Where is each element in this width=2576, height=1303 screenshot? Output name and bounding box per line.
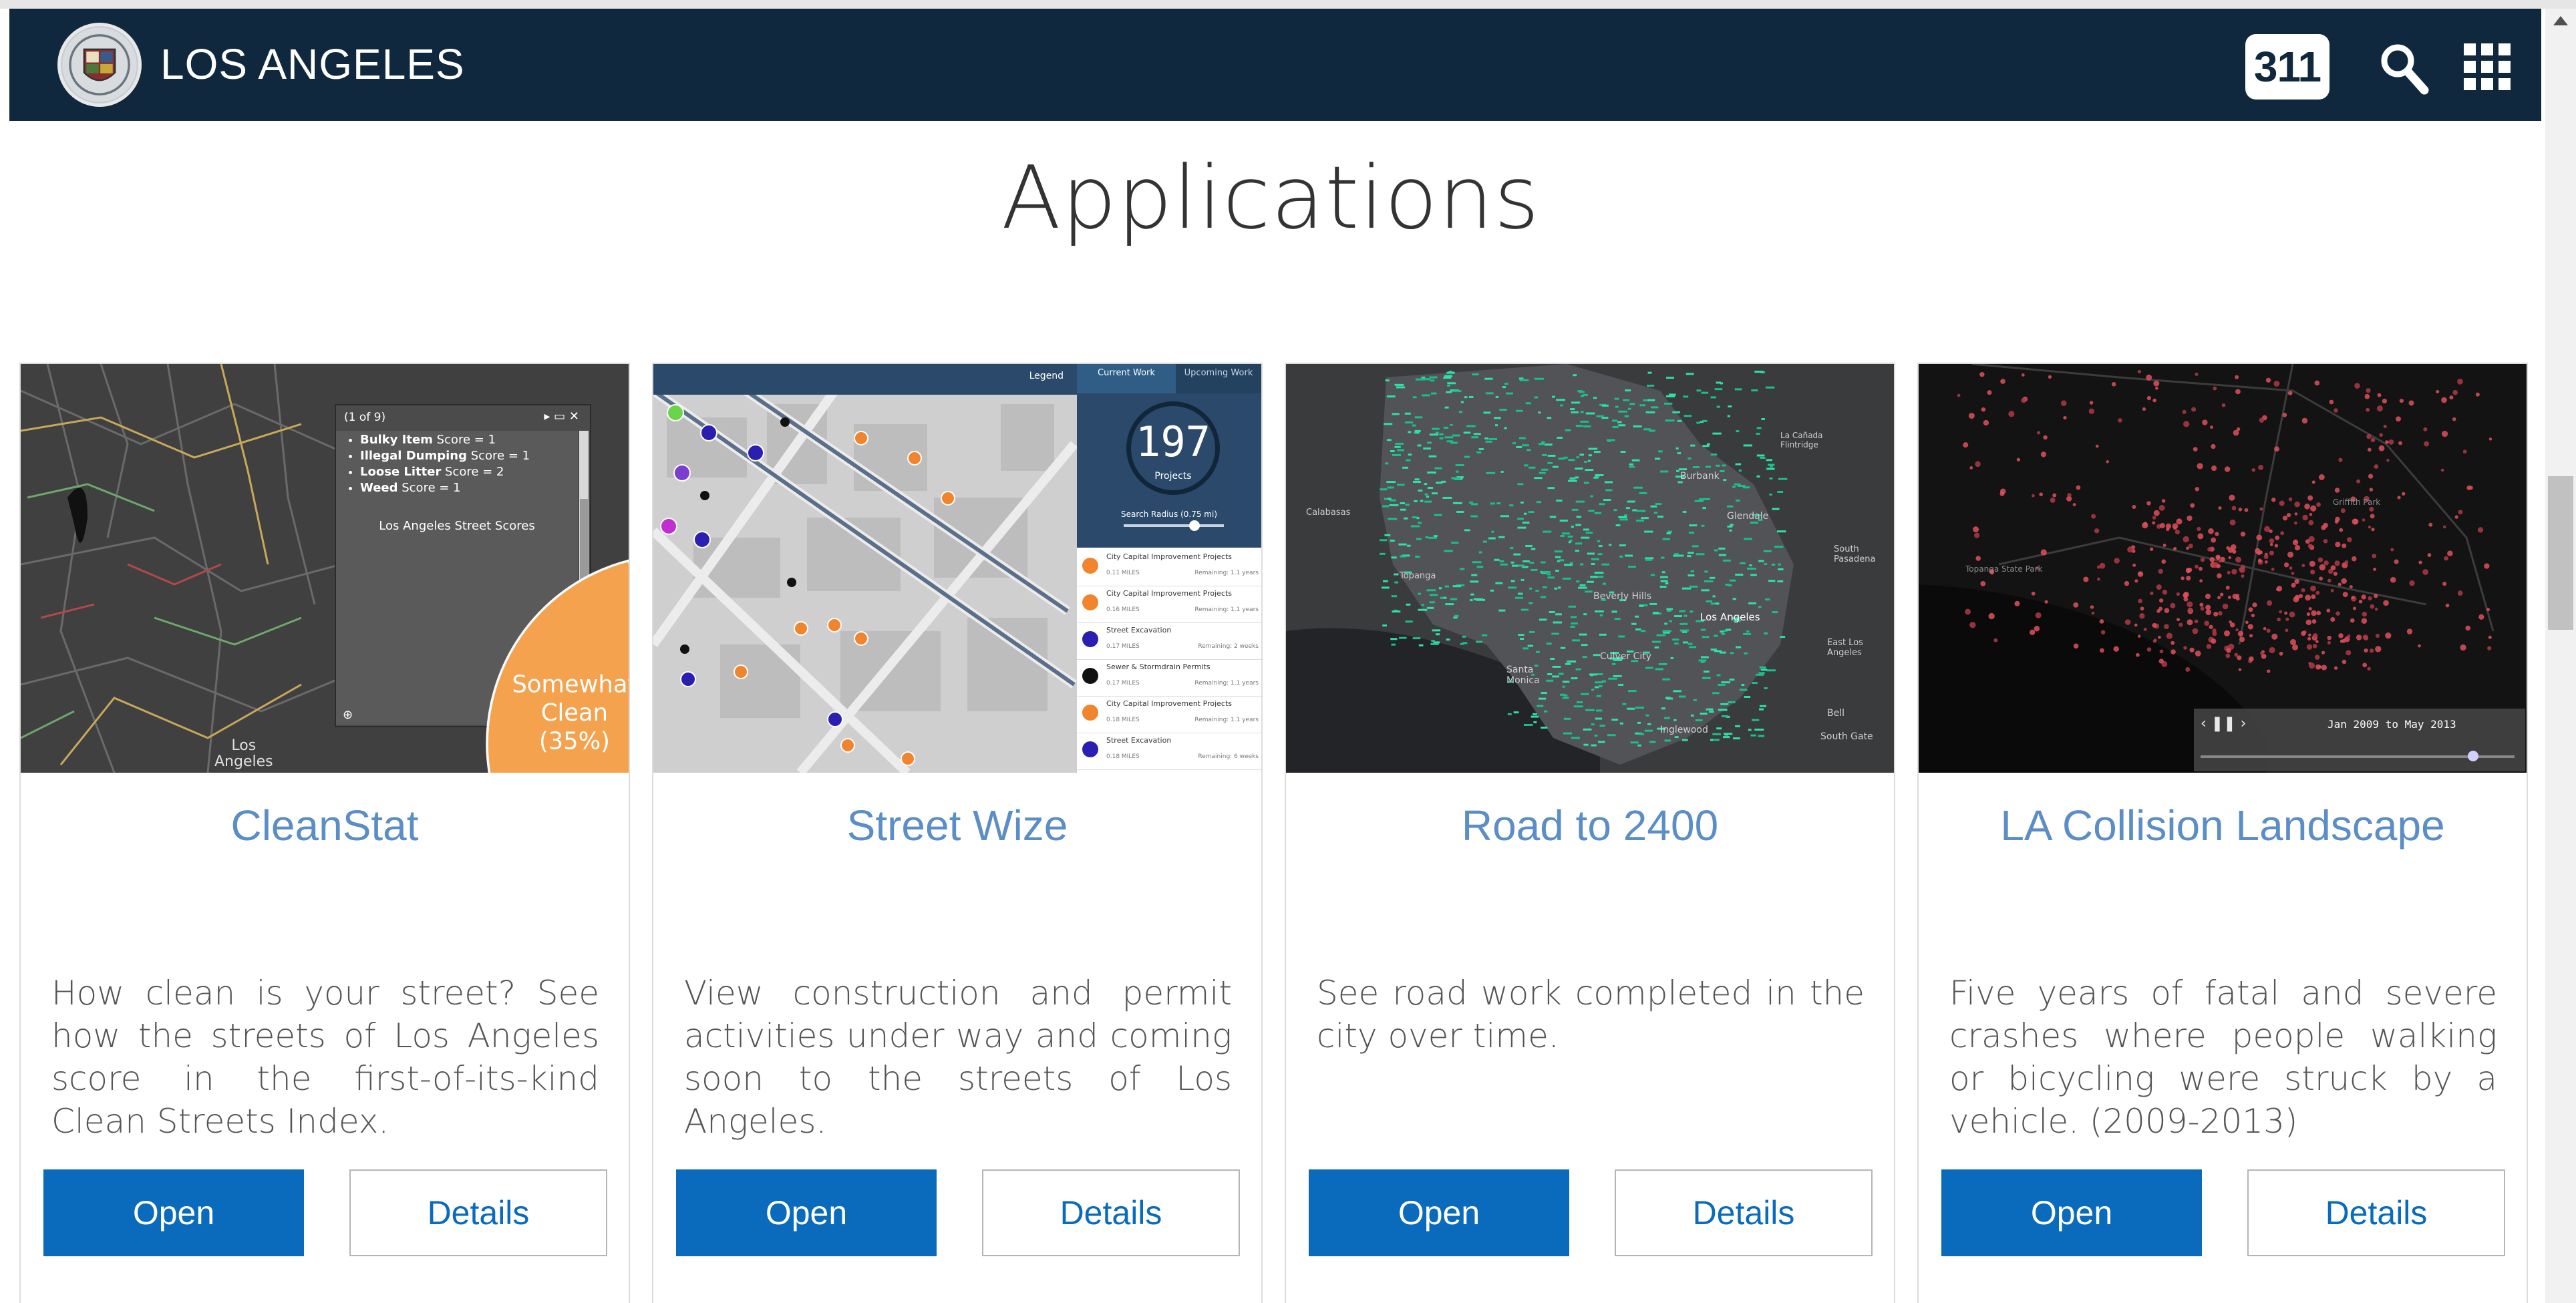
open-button[interactable]: Open	[1309, 1169, 1569, 1256]
zoom-icon[interactable]: ⊕	[343, 708, 353, 722]
project-type-icon	[1082, 668, 1098, 684]
project-list: City Capital Improvement Projects 0.11 MI…	[1077, 550, 1261, 770]
project-type-icon	[1082, 558, 1098, 574]
project-remaining: Remaining: 1.1 years	[1194, 680, 1259, 687]
project-distance: 0.17 MILES	[1106, 680, 1140, 687]
cleanstat-thumbnail[interactable]: (1 of 9) ▸ ▭ ✕ Bulky Item Score = 1 Ille…	[21, 364, 629, 773]
timeline-prev-pause-next-icons[interactable]: ‹ ❚❚ ›	[2201, 715, 2246, 732]
projects-panel: Current Work Upcoming Work 197 Projects …	[1077, 364, 1261, 773]
project-distance: 0.18 MILES	[1106, 717, 1140, 723]
map-label-topanga: Topanga State Park	[1965, 564, 2043, 574]
chart-title: Los Angeles Street Scores	[379, 519, 535, 533]
project-count: 197	[1136, 417, 1211, 466]
apps-grid-icon[interactable]	[2464, 43, 2511, 90]
search-icon[interactable]	[2378, 41, 2430, 97]
project-name: Sewer & Stormdrain Permits	[1106, 663, 1211, 671]
project-count-label: Projects	[1154, 471, 1192, 482]
timeline-control[interactable]: ‹ ❚❚ › Jan 2009 to May 2013	[2194, 709, 2525, 771]
project-remaining: Remaining: 6 weeks	[1198, 753, 1259, 760]
details-button[interactable]: Details	[982, 1169, 1240, 1256]
project-name: Street Excavation	[1106, 626, 1172, 634]
project-type-icon	[1082, 594, 1098, 610]
project-name: City Capital Improvement Projects	[1106, 552, 1232, 561]
scroll-up-arrow-icon[interactable]	[2553, 16, 2568, 25]
tab-upcoming-work[interactable]: Upcoming Work	[1176, 364, 1261, 393]
project-distance: 0.17 MILES	[1106, 643, 1140, 650]
street-wize-thumbnail[interactable]: Legend Current Work Upcoming Work 197 Pr…	[653, 364, 1261, 773]
open-button[interactable]: Open	[43, 1169, 304, 1256]
open-button[interactable]: Open	[1941, 1169, 2202, 1256]
project-name: City Capital Improvement Projects	[1106, 589, 1232, 598]
city-seal-logo[interactable]	[57, 23, 142, 107]
collision-landscape-thumbnail[interactable]: ‹ ❚❚ › Jan 2009 to May 2013 Topanga Stat…	[1919, 364, 2527, 773]
project-list-item[interactable]: Sewer & Stormdrain Permits 0.17 MILES Rema…	[1077, 660, 1261, 697]
app-title-link[interactable]: Road to 2400	[1286, 801, 1894, 850]
app-title-link[interactable]: Street Wize	[653, 801, 1261, 850]
road-to-2400-thumbnail[interactable]: Burbank Glendale Santa Monica Beverly Hi…	[1286, 364, 1894, 773]
project-type-icon	[1082, 631, 1098, 647]
project-remaining: Remaining: 1.1 years	[1194, 717, 1259, 723]
search-radius-slider[interactable]	[1124, 524, 1224, 527]
project-list-item[interactable]: Street Excavation 0.18 MILES Remaining: 6 …	[1077, 733, 1261, 770]
project-list-item[interactable]: Street Excavation 0.17 MILES Remaining: 2 …	[1077, 623, 1261, 660]
project-type-icon	[1082, 705, 1098, 721]
search-radius-label: Search Radius (0.75 mi)	[1120, 510, 1217, 519]
pie-label: Somewhat	[512, 671, 629, 699]
project-remaining: Remaining: 2 weeks	[1198, 643, 1259, 650]
project-distance: 0.11 MILES	[1106, 570, 1140, 576]
map-points: Legend	[653, 364, 1077, 773]
browser-top-edge	[0, 0, 2576, 9]
project-remaining: Remaining: 1.1 years	[1194, 570, 1259, 576]
app-title-link[interactable]: LA Collision Landscape	[1919, 801, 2527, 850]
app-description: See road work completed in the city over…	[1317, 974, 1865, 1055]
timeline-date-range: Jan 2009 to May 2013	[2327, 718, 2456, 731]
timeline-handle[interactable]	[2468, 751, 2478, 761]
page-scrollbar[interactable]	[2545, 9, 2576, 1303]
project-distance: 0.18 MILES	[1106, 753, 1140, 760]
street-scores-pie-chart: Not Clean(4%)Clean(61%)SomewhatClean(35%…	[486, 559, 629, 773]
details-button[interactable]: Details	[1615, 1169, 1873, 1256]
open-button[interactable]: Open	[676, 1169, 937, 1256]
popup-header: (1 of 9)	[344, 411, 386, 424]
app-description: Five years of fatal and severe crashes w…	[1949, 974, 2497, 1141]
page-title: Applications	[1001, 147, 1541, 248]
pie-label: (35%)	[539, 727, 610, 755]
project-list-item[interactable]: City Capital Improvement Projects 0.16 MI…	[1077, 586, 1261, 623]
popup-score-list: Bulky Item Score = 1 Illegal Dumping Sco…	[347, 432, 530, 496]
popup-controls[interactable]: ▸ ▭ ✕	[544, 409, 579, 423]
project-type-icon	[1082, 741, 1098, 757]
app-card-cleanstat: (1 of 9) ▸ ▭ ✕ Bulky Item Score = 1 Ille…	[19, 363, 630, 1303]
pie-label: Clean	[541, 699, 608, 727]
map-label-griffith: Griffith Park	[2333, 498, 2381, 507]
app-description: View construction and permit activities …	[684, 974, 1232, 1141]
app-card-road-to-2400: Burbank Glendale Santa Monica Beverly Hi…	[1285, 363, 1895, 1303]
app-card-la-collision-landscape: ‹ ❚❚ › Jan 2009 to May 2013 Topanga Stat…	[1917, 363, 2528, 1303]
road-map-labels: Burbank Glendale Santa Monica Beverly Hi…	[1306, 431, 1876, 742]
project-distance: 0.16 MILES	[1106, 606, 1140, 613]
site-brand[interactable]: LOS ANGELES	[160, 39, 465, 89]
details-button[interactable]: Details	[2247, 1169, 2505, 1256]
app-description: How clean is your street? See how the st…	[51, 974, 599, 1141]
slider-handle[interactable]	[1189, 520, 1200, 531]
project-name: Street Excavation	[1106, 736, 1172, 745]
map-label-los-angeles: Los Angeles	[214, 737, 273, 770]
app-title-link[interactable]: CleanStat	[21, 801, 629, 850]
site-header: LOS ANGELES 311	[9, 9, 2541, 121]
scrollbar-thumb[interactable]	[2548, 476, 2573, 630]
legend-dropdown[interactable]: Legend	[1029, 371, 1064, 381]
project-name: City Capital Improvement Projects	[1106, 699, 1232, 708]
app-card-street-wize: Legend Current Work Upcoming Work 197 Pr…	[652, 363, 1263, 1303]
project-remaining: Remaining: 1.1 years	[1194, 606, 1259, 613]
cleanstat-popup: (1 of 9) ▸ ▭ ✕ Bulky Item Score = 1 Ille…	[335, 404, 629, 773]
311-button[interactable]: 311	[2245, 34, 2329, 100]
project-list-item[interactable]: City Capital Improvement Projects 0.11 MI…	[1077, 550, 1261, 586]
project-list-item[interactable]: City Capital Improvement Projects 0.18 MI…	[1077, 697, 1261, 733]
tab-current-work[interactable]: Current Work	[1077, 364, 1176, 393]
details-button[interactable]: Details	[349, 1169, 607, 1256]
